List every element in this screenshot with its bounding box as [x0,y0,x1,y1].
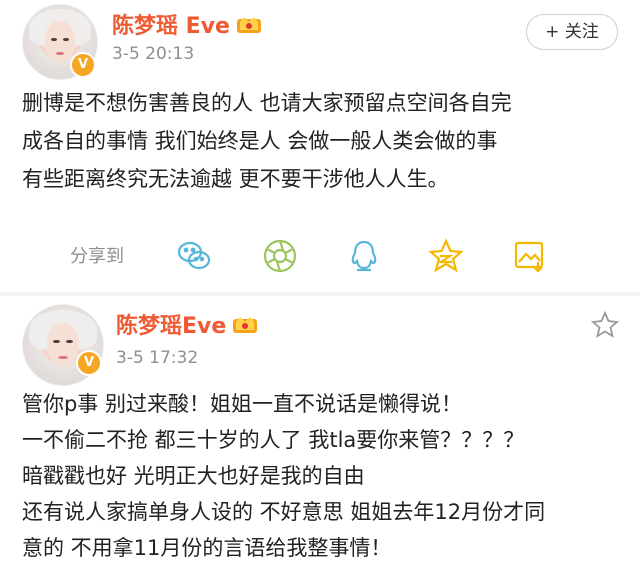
username[interactable]: 陈梦瑶Eve [116,308,258,340]
verified-badge-icon: V [76,350,102,376]
post-text-line: 意的 不用拿11月份的言语给我整事情！ [22,536,392,560]
qq-icon[interactable] [346,238,382,274]
verified-badge-icon: V [70,52,96,78]
post-text-line: 一不偷二不抢 都三十岁的人了 我tla要你来管？？？？ [22,428,525,452]
share-label: 分享到 [70,246,124,267]
post-text-line: 管你p事 别过来酸！姐姐一直不说话是懒得说！ [22,392,463,416]
share-bar: 分享到 [0,234,640,278]
post-text-line: 有些距离终究无法逾越 更不要干涉他人人生。 [22,167,449,191]
username-text[interactable]: 陈梦瑶Eve [116,314,226,339]
weibo-post-2: V 陈梦瑶Eve 3-5 17:32 管你p事 别过来酸！姐姐一直不说话是懒得说… [0,296,640,568]
post-text-line: 删博是不想伤害善良的人 也请大家预留点空间各自完 [22,91,512,115]
favorite-star-icon[interactable] [590,310,620,340]
post-timestamp: 3-5 17:32 [116,348,199,368]
post-text-line: 还有说人家搞单身人设的 不好意思 姐姐去年12月份才同 [22,500,546,524]
moments-icon[interactable] [262,238,298,274]
username-text[interactable]: 陈梦瑶 Eve [112,14,230,39]
vip-crown-icon [232,314,258,340]
post-text: 删博是不想伤害善良的人 也请大家预留点空间各自完 成各自的事情 我们始终是人 会… [22,84,622,198]
wechat-icon[interactable] [176,238,212,274]
post-timestamp: 3-5 20:13 [112,44,195,64]
post-text-line: 成各自的事情 我们始终是人 会做一般人类会做的事 [22,129,498,153]
post-text-line: 暗戳戳也好 光明正大也好是我的自由 [22,464,365,488]
username[interactable]: 陈梦瑶 Eve [112,8,262,40]
post-text: 管你p事 别过来酸！姐姐一直不说话是懒得说！ 一不偷二不抢 都三十岁的人了 我t… [22,386,622,566]
vip-crown-icon [236,14,262,40]
qzone-icon[interactable] [428,238,464,274]
weibo-post-1: V 陈梦瑶 Eve 3-5 20:13 + 关注 删博是不想伤害善良的人 也请大… [0,0,640,292]
save-image-icon[interactable] [512,238,548,274]
follow-button[interactable]: + 关注 [526,14,618,50]
